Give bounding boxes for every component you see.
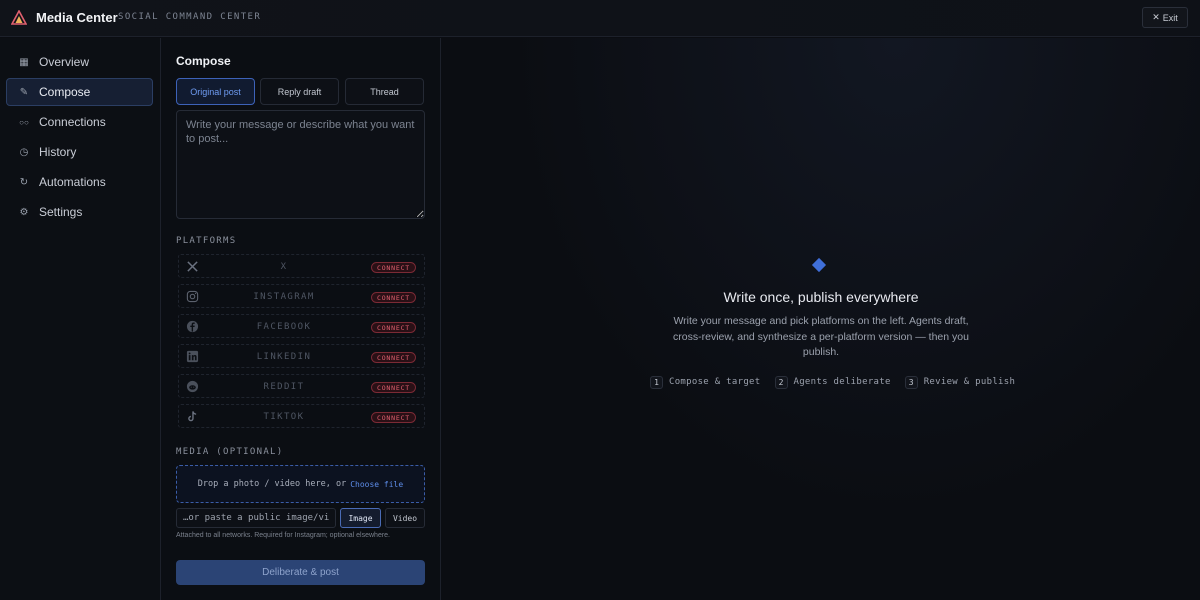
clock-icon: ◷: [19, 146, 29, 158]
sidebar-item-history[interactable]: ◷ History: [6, 138, 153, 166]
choose-file-link[interactable]: Choose file: [350, 480, 403, 489]
platforms-label: PLATFORMS: [176, 236, 237, 246]
connect-button[interactable]: CONNECT: [371, 412, 416, 423]
compose-title: Compose: [176, 54, 231, 68]
sidebar-item-label: Automations: [39, 175, 106, 189]
platform-name: TIKTOK: [263, 412, 305, 422]
dropzone-text: Drop a photo / video here, or: [197, 479, 347, 489]
media-dropzone[interactable]: Drop a photo / video here, or Choose fil…: [176, 465, 425, 503]
media-url-input[interactable]: [176, 508, 336, 528]
grid-icon: ▦: [19, 56, 29, 68]
platform-name: LINKEDIN: [256, 352, 312, 362]
tab-original-post[interactable]: Original post: [176, 78, 255, 105]
diamond-icon: [811, 257, 827, 273]
workflow-steps: 1 Compose & target 2 Agents deliberate 3…: [650, 375, 1029, 389]
media-label: MEDIA (OPTIONAL): [176, 447, 284, 457]
connect-button[interactable]: CONNECT: [371, 322, 416, 333]
deliberate-post-button[interactable]: Deliberate & post: [176, 560, 425, 585]
step-label: Compose & target: [669, 377, 761, 387]
sidebar-item-settings[interactable]: ⚙ Settings: [6, 198, 153, 226]
message-textarea[interactable]: [176, 110, 425, 219]
step-number: 2: [774, 375, 788, 389]
sidebar: ▦ Overview ✎ Compose ○○ Connections ◷ Hi…: [0, 38, 161, 600]
refresh-icon: ↻: [19, 176, 29, 188]
app-subtitle: SOCIAL COMMAND CENTER: [118, 12, 262, 22]
step-number: 1: [650, 375, 663, 389]
close-icon: ✕: [1152, 12, 1160, 22]
step-label: Review & publish: [923, 377, 1016, 387]
platform-name: REDDIT: [263, 382, 305, 392]
platform-row-x[interactable]: X CONNECT: [178, 254, 425, 278]
sidebar-item-label: Settings: [39, 205, 83, 219]
step-item: 3 Review & publish: [904, 375, 1016, 389]
sidebar-item-label: Compose: [39, 85, 91, 99]
step-label: Agents deliberate: [793, 377, 891, 387]
platform-row-facebook[interactable]: FACEBOOK CONNECT: [178, 314, 425, 338]
sidebar-item-compose[interactable]: ✎ Compose: [6, 78, 153, 106]
media-type-image-button[interactable]: Image: [340, 508, 381, 528]
connect-button[interactable]: CONNECT: [371, 382, 416, 393]
sidebar-item-overview[interactable]: ▦ Overview: [6, 48, 153, 76]
top-bar: Media Center SOCIAL COMMAND CENTER ✕ Exi…: [0, 0, 1200, 37]
quill-icon: ✎: [19, 86, 29, 98]
exit-button[interactable]: ✕ Exit: [1142, 7, 1188, 28]
platform-row-instagram[interactable]: INSTAGRAM CONNECT: [178, 284, 425, 308]
compose-panel: Compose Original post Reply draft Thread…: [161, 38, 441, 600]
platform-name: INSTAGRAM: [253, 292, 315, 302]
exit-label: Exit: [1162, 12, 1178, 23]
empty-state-description: Write your message and pick platforms on…: [673, 315, 969, 358]
sidebar-item-automations[interactable]: ↻ Automations: [6, 168, 153, 196]
platform-row-linkedin[interactable]: LINKEDIN CONNECT: [178, 344, 425, 368]
platform-row-tiktok[interactable]: TIKTOK CONNECT: [178, 404, 425, 428]
connect-button[interactable]: CONNECT: [371, 352, 416, 363]
step-item: 2 Agents deliberate: [774, 375, 891, 389]
app-logo-icon: [11, 10, 27, 25]
empty-state-heading: Write once, publish everywhere: [723, 289, 919, 305]
platform-name: FACEBOOK: [256, 322, 312, 332]
media-type-video-button[interactable]: Video: [385, 508, 425, 528]
connect-button[interactable]: CONNECT: [371, 292, 416, 303]
step-number: 3: [904, 375, 918, 389]
main-area: Write once, publish everywhere Write you…: [442, 38, 1200, 600]
sidebar-item-label: History: [39, 145, 77, 159]
app-title: Media Center: [36, 10, 118, 25]
gear-icon: ⚙: [19, 206, 29, 218]
sidebar-item-connections[interactable]: ○○ Connections: [6, 108, 153, 136]
tab-reply-draft[interactable]: Reply draft: [260, 78, 339, 105]
tab-thread[interactable]: Thread: [345, 78, 424, 105]
platform-name: X: [280, 262, 288, 272]
sidebar-item-label: Connections: [39, 115, 106, 129]
step-item: 1 Compose & target: [650, 375, 761, 389]
connect-button[interactable]: CONNECT: [371, 262, 416, 273]
platform-row-reddit[interactable]: REDDIT CONNECT: [178, 374, 425, 398]
media-hint: Attached to all networks. Required for I…: [176, 532, 391, 539]
sidebar-item-label: Overview: [39, 55, 90, 69]
link-icon: ○○: [19, 117, 29, 127]
